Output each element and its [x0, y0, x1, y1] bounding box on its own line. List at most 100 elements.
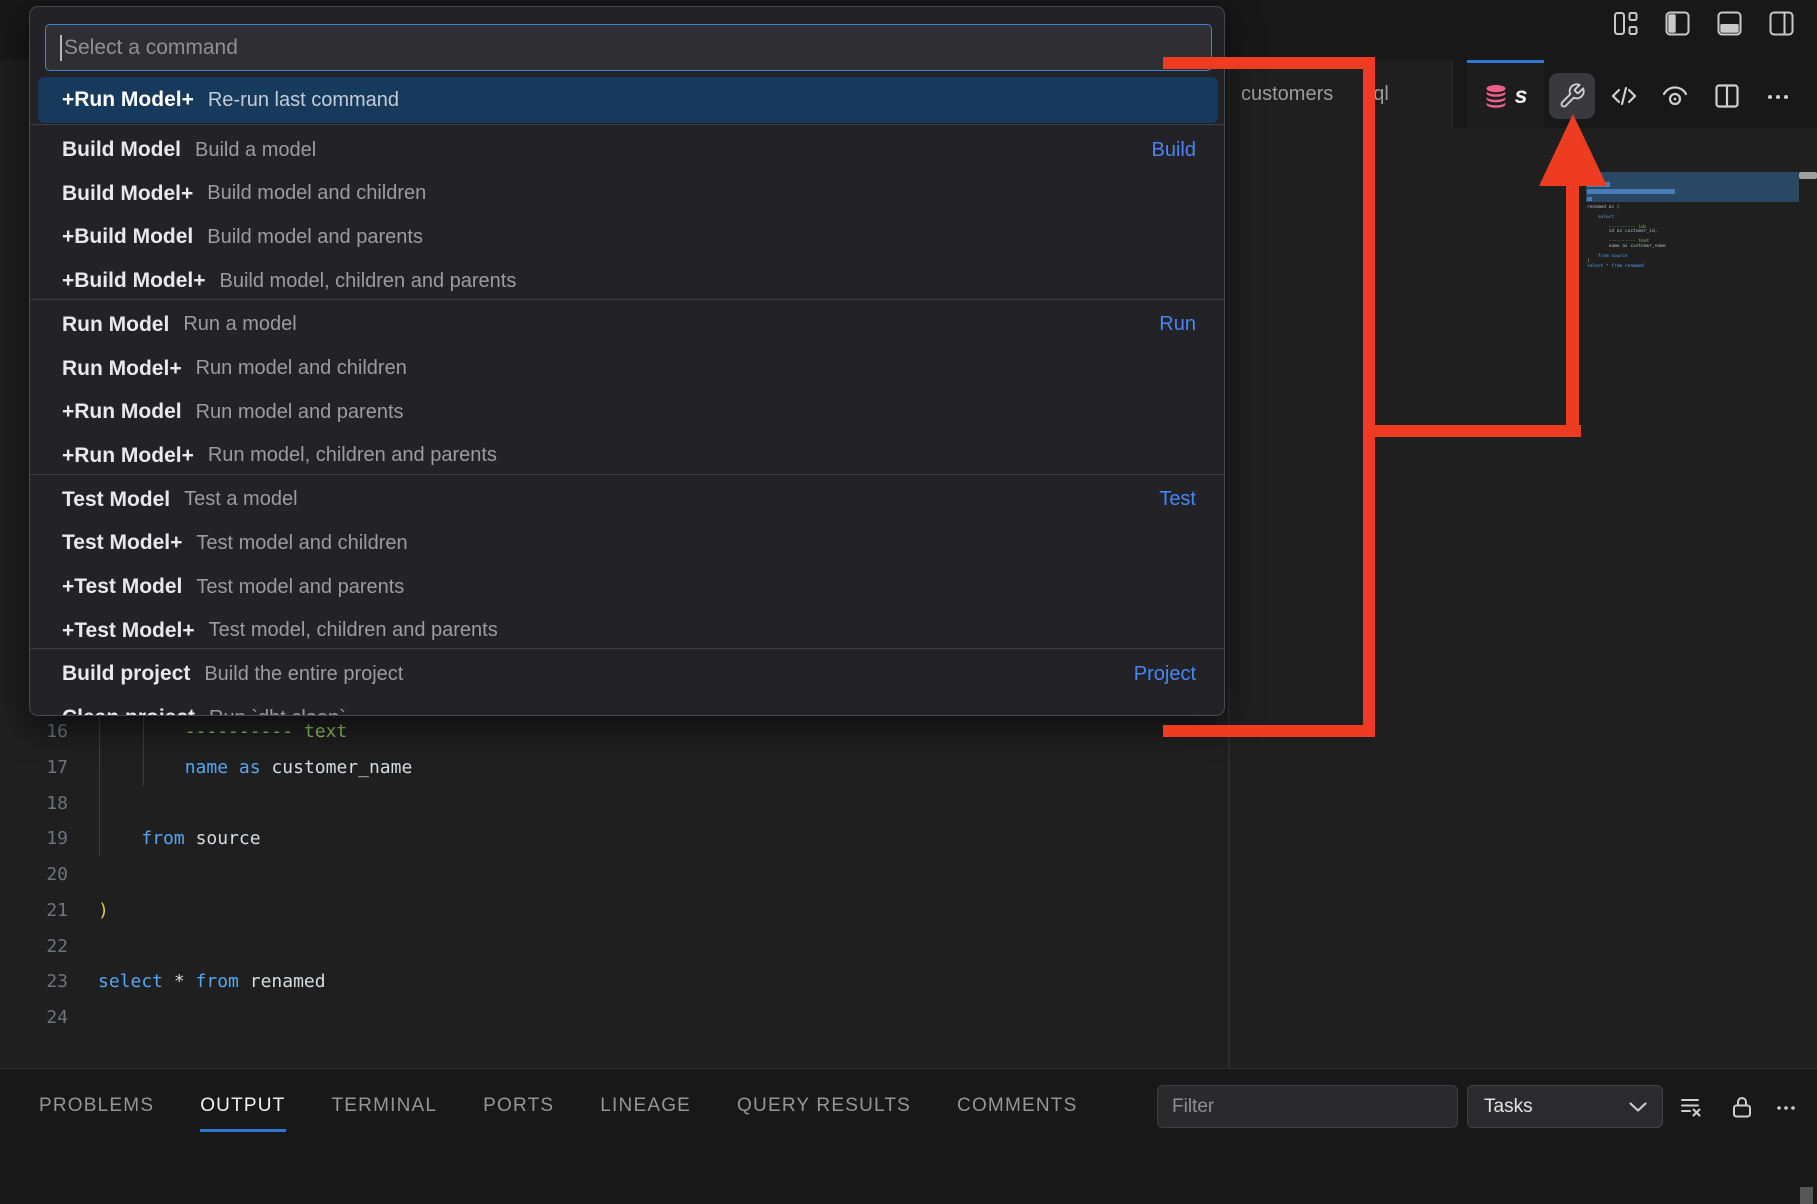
group-separator — [30, 648, 1225, 649]
line-number: 21 — [0, 900, 68, 921]
editor-tab-bar: customerssql s — [1230, 60, 1817, 128]
command-item[interactable]: Test Model+Test model and children — [30, 521, 1225, 565]
command-item[interactable]: Build projectBuild the entire projectPro… — [30, 652, 1225, 696]
command-action[interactable]: Run — [1159, 313, 1196, 336]
code-line[interactable]: 20 — [0, 857, 1228, 893]
line-number: 17 — [0, 757, 68, 778]
toggle-panel-icon[interactable] — [1716, 10, 1743, 37]
panel-tab-bar: PROBLEMS OUTPUT TERMINAL PORTS LINEAGE QUERY … — [39, 1069, 1077, 1139]
tab-filename-ext: sql — [1363, 83, 1389, 106]
command-label: Build Model+ — [62, 182, 193, 206]
tasks-dropdown-label: Tasks — [1484, 1096, 1533, 1118]
minimap-selected-line — [1587, 175, 1601, 180]
wrench-button[interactable] — [1549, 73, 1595, 119]
toggle-primary-sidebar-icon[interactable] — [1664, 10, 1691, 37]
line-number: 20 — [0, 864, 68, 885]
command-description: Test a model — [184, 488, 297, 511]
more-panel-icon[interactable] — [1774, 1095, 1798, 1119]
command-description: Run model and parents — [196, 401, 404, 424]
panel-tab-problems[interactable]: PROBLEMS — [39, 1085, 154, 1132]
panel-tab-lineage[interactable]: LINEAGE — [600, 1085, 691, 1132]
minimap-line: select * from renamed — [1587, 265, 1800, 270]
split-editor-icon[interactable] — [1712, 81, 1742, 111]
wrench-icon — [1558, 82, 1586, 110]
code-text: select * from renamed — [98, 971, 326, 992]
panel-tab-terminal[interactable]: TERMINAL — [332, 1085, 438, 1132]
command-item[interactable]: Test ModelTest a modelTest — [30, 478, 1225, 522]
command-description: Build model and children — [207, 182, 426, 205]
minimap-selected-line — [1587, 197, 1592, 202]
command-label: Run Model+ — [62, 357, 182, 381]
command-item[interactable]: +Build Model+ Build model, children and p… — [30, 259, 1225, 303]
code-line[interactable]: 18 — [0, 785, 1228, 821]
minimap[interactable]: renamed as ( select ---------- ids id as… — [1587, 206, 1800, 270]
filter-input-box[interactable] — [1157, 1085, 1458, 1128]
filter-input[interactable] — [1158, 1086, 1457, 1127]
more-actions-icon[interactable] — [1763, 81, 1793, 111]
command-label: +Test Model+ — [62, 619, 195, 643]
line-number: 18 — [0, 793, 68, 814]
panel-tab-comments[interactable]: COMMENTS — [957, 1085, 1077, 1132]
command-input[interactable] — [46, 25, 1211, 70]
scrollbar-thumb[interactable] — [1800, 1187, 1813, 1204]
tasks-dropdown[interactable]: Tasks — [1467, 1085, 1663, 1128]
panel-tab-ports[interactable]: PORTS — [483, 1085, 554, 1132]
customize-layout-icon[interactable] — [1612, 10, 1639, 37]
preview-eye-icon[interactable] — [1660, 81, 1690, 111]
command-action[interactable]: Build — [1152, 139, 1196, 162]
command-item[interactable]: Run Model+Run model and children — [30, 347, 1225, 391]
command-item[interactable]: +Build ModelBuild model and parents — [30, 215, 1225, 259]
minimap-selection[interactable] — [1586, 172, 1799, 202]
code-icon[interactable] — [1609, 81, 1639, 111]
secondary-editor-pane: customerssql s — [1230, 60, 1817, 1068]
group-separator — [30, 474, 1225, 475]
line-number: 19 — [0, 828, 68, 849]
command-label: +Run Model — [62, 400, 182, 424]
tab-customers-sql[interactable]: customerssql — [1230, 60, 1453, 128]
code-line[interactable]: 23 select * from renamed — [0, 964, 1228, 1000]
panel-tab-query-results[interactable]: QUERY RESULTS — [737, 1085, 911, 1132]
clear-output-icon[interactable] — [1679, 1095, 1703, 1119]
bottom-panel: PROBLEMS OUTPUT TERMINAL PORTS LINEAGE QUERY … — [0, 1068, 1817, 1204]
tab-sql-active[interactable]: s — [1467, 60, 1544, 128]
command-item[interactable]: +Run Model+Run model, children and paren… — [30, 434, 1225, 478]
line-number: 16 — [0, 721, 68, 742]
command-item[interactable]: Run Model Run a model Run — [30, 303, 1225, 347]
command-description: Build model, children and parents — [220, 270, 517, 293]
command-item[interactable]: Build Model+ Build model and children — [30, 172, 1225, 216]
code-line[interactable]: 22 — [0, 928, 1228, 964]
panel-tab-output[interactable]: OUTPUT — [200, 1085, 285, 1132]
minimap-selected-line — [1587, 189, 1675, 194]
command-label: Test Model+ — [62, 531, 182, 555]
group-separator — [30, 299, 1225, 300]
code-line[interactable]: 16 ---------- text — [0, 714, 1228, 750]
code-line[interactable]: 21) — [0, 893, 1228, 929]
ide-window: 16 ---------- text17 name as customer_na… — [0, 0, 1817, 1204]
command-item[interactable]: +Run Model Run model and parents — [30, 390, 1225, 434]
toggle-secondary-sidebar-icon[interactable] — [1768, 10, 1795, 37]
command-action[interactable]: Test — [1159, 488, 1196, 511]
tab-label: s — [1515, 82, 1528, 109]
code-line[interactable]: 24 — [0, 1000, 1228, 1036]
command-item[interactable]: Build ModelBuild a modelBuild — [30, 128, 1225, 172]
command-item[interactable]: Clean projectRun `dbt clean` — [30, 696, 1225, 716]
command-label: +Build Model+ — [62, 269, 206, 293]
command-description: Build model and parents — [207, 226, 423, 249]
command-item[interactable]: +Run Model+Re-run last command — [38, 77, 1218, 123]
command-label: +Run Model+ — [62, 88, 194, 112]
code-line[interactable]: 17 name as customer_name — [0, 750, 1228, 786]
command-action[interactable]: Project — [1134, 663, 1196, 686]
code-line[interactable]: 19 from source — [0, 821, 1228, 857]
command-description: Run a model — [183, 313, 296, 336]
minimap-slider[interactable] — [1799, 172, 1817, 179]
command-label: +Test Model — [62, 575, 182, 599]
command-label: Run Model — [62, 313, 169, 337]
command-description: Build a model — [195, 139, 316, 162]
command-input-box[interactable] — [45, 24, 1212, 71]
command-item[interactable]: +Test ModelTest model and parents — [30, 565, 1225, 609]
code-text: name as customer_name — [98, 757, 412, 778]
lock-icon[interactable] — [1730, 1095, 1754, 1119]
code-text: ---------- text — [98, 721, 347, 742]
line-number: 23 — [0, 971, 68, 992]
command-item[interactable]: +Test Model+Test model, children and par… — [30, 609, 1225, 653]
